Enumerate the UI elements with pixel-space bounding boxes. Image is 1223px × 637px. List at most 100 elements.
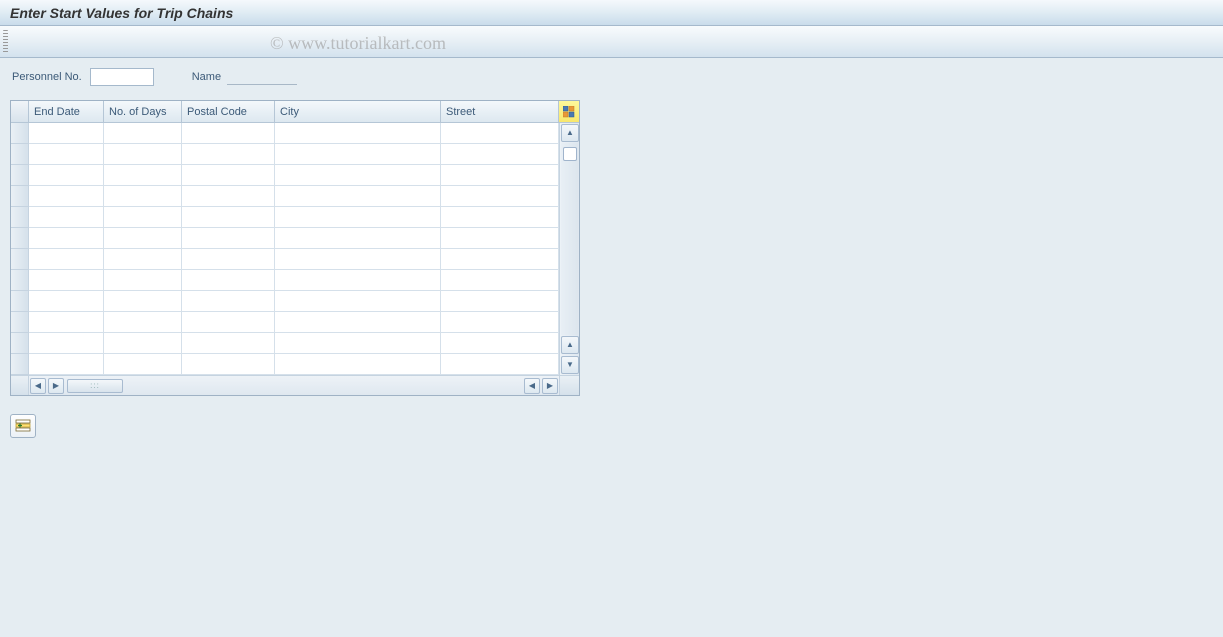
- cell-postal[interactable]: [182, 207, 275, 228]
- cell-end_date[interactable]: [29, 186, 104, 207]
- cell-end_date[interactable]: [29, 228, 104, 249]
- table-row: [11, 186, 559, 207]
- cell-end_date[interactable]: [29, 354, 104, 375]
- cell-street[interactable]: [441, 333, 559, 354]
- scroll-down-step-button[interactable]: ▲: [561, 336, 579, 354]
- cell-days[interactable]: [104, 249, 182, 270]
- cell-days[interactable]: [104, 333, 182, 354]
- horizontal-scroll-thumb[interactable]: :::: [67, 379, 123, 393]
- cell-days[interactable]: [104, 207, 182, 228]
- cell-postal[interactable]: [182, 123, 275, 144]
- scroll-left-button[interactable]: ◀: [30, 378, 46, 394]
- cell-days[interactable]: [104, 291, 182, 312]
- cell-end_date[interactable]: [29, 123, 104, 144]
- row-selector[interactable]: [11, 270, 29, 291]
- horizontal-scroll-track[interactable]: [123, 379, 523, 393]
- table-config-button[interactable]: [559, 101, 579, 123]
- personnel-no-input[interactable]: [90, 68, 154, 86]
- cell-street[interactable]: [441, 186, 559, 207]
- row-selector[interactable]: [11, 186, 29, 207]
- row-selector[interactable]: [11, 144, 29, 165]
- cell-end_date[interactable]: [29, 165, 104, 186]
- cell-postal[interactable]: [182, 144, 275, 165]
- scroll-down-button[interactable]: ▼: [561, 356, 579, 374]
- cell-postal[interactable]: [182, 354, 275, 375]
- table-header-row: End Date No. of Days Postal Code City St…: [11, 101, 579, 123]
- cell-street[interactable]: [441, 249, 559, 270]
- page-title: Enter Start Values for Trip Chains: [10, 5, 233, 21]
- table-row: [11, 354, 559, 375]
- row-selector[interactable]: [11, 123, 29, 144]
- cell-postal[interactable]: [182, 165, 275, 186]
- cell-city[interactable]: [275, 123, 441, 144]
- cell-street[interactable]: [441, 354, 559, 375]
- col-header-street[interactable]: Street: [441, 101, 559, 123]
- cell-city[interactable]: [275, 312, 441, 333]
- row-selector[interactable]: [11, 354, 29, 375]
- cell-street[interactable]: [441, 270, 559, 291]
- cell-city[interactable]: [275, 354, 441, 375]
- vertical-scrollbar[interactable]: ▲ ▲ ▼: [559, 123, 579, 375]
- cell-days[interactable]: [104, 186, 182, 207]
- cell-city[interactable]: [275, 249, 441, 270]
- cell-street[interactable]: [441, 123, 559, 144]
- cell-street[interactable]: [441, 207, 559, 228]
- footer-toolbar: [10, 414, 1213, 438]
- col-header-postal-code[interactable]: Postal Code: [182, 101, 275, 123]
- row-selector[interactable]: [11, 333, 29, 354]
- insert-row-button[interactable]: [10, 414, 36, 438]
- horizontal-scrollbar[interactable]: ◀ ▶ ::: ◀ ▶: [11, 375, 579, 395]
- cell-postal[interactable]: [182, 333, 275, 354]
- cell-days[interactable]: [104, 354, 182, 375]
- cell-end_date[interactable]: [29, 207, 104, 228]
- cell-city[interactable]: [275, 228, 441, 249]
- cell-city[interactable]: [275, 333, 441, 354]
- cell-end_date[interactable]: [29, 291, 104, 312]
- row-selector[interactable]: [11, 312, 29, 333]
- col-header-no-of-days[interactable]: No. of Days: [104, 101, 182, 123]
- cell-days[interactable]: [104, 228, 182, 249]
- cell-days[interactable]: [104, 270, 182, 291]
- cell-end_date[interactable]: [29, 333, 104, 354]
- cell-days[interactable]: [104, 144, 182, 165]
- cell-city[interactable]: [275, 291, 441, 312]
- vertical-scroll-thumb[interactable]: [563, 147, 577, 161]
- cell-days[interactable]: [104, 123, 182, 144]
- cell-end_date[interactable]: [29, 249, 104, 270]
- cell-city[interactable]: [275, 186, 441, 207]
- col-header-end-date[interactable]: End Date: [29, 101, 104, 123]
- cell-city[interactable]: [275, 165, 441, 186]
- cell-city[interactable]: [275, 144, 441, 165]
- cell-postal[interactable]: [182, 228, 275, 249]
- select-all-corner[interactable]: [11, 101, 29, 123]
- cell-street[interactable]: [441, 228, 559, 249]
- cell-end_date[interactable]: [29, 270, 104, 291]
- cell-city[interactable]: [275, 270, 441, 291]
- cell-postal[interactable]: [182, 312, 275, 333]
- cell-postal[interactable]: [182, 249, 275, 270]
- cell-street[interactable]: [441, 144, 559, 165]
- row-selector[interactable]: [11, 207, 29, 228]
- vertical-scroll-track[interactable]: [561, 143, 578, 335]
- row-selector[interactable]: [11, 228, 29, 249]
- cell-street[interactable]: [441, 312, 559, 333]
- cell-street[interactable]: [441, 165, 559, 186]
- cell-end_date[interactable]: [29, 144, 104, 165]
- cell-postal[interactable]: [182, 291, 275, 312]
- scroll-right-step-button[interactable]: ◀: [524, 378, 540, 394]
- scroll-up-button[interactable]: ▲: [561, 124, 579, 142]
- cell-city[interactable]: [275, 207, 441, 228]
- cell-street[interactable]: [441, 291, 559, 312]
- trip-chains-table: End Date No. of Days Postal Code City St…: [10, 100, 580, 396]
- row-selector[interactable]: [11, 249, 29, 270]
- col-header-city[interactable]: City: [275, 101, 441, 123]
- cell-postal[interactable]: [182, 186, 275, 207]
- cell-postal[interactable]: [182, 270, 275, 291]
- scroll-left-step-button[interactable]: ▶: [48, 378, 64, 394]
- cell-end_date[interactable]: [29, 312, 104, 333]
- cell-days[interactable]: [104, 312, 182, 333]
- scroll-right-button[interactable]: ▶: [542, 378, 558, 394]
- cell-days[interactable]: [104, 165, 182, 186]
- row-selector[interactable]: [11, 291, 29, 312]
- row-selector[interactable]: [11, 165, 29, 186]
